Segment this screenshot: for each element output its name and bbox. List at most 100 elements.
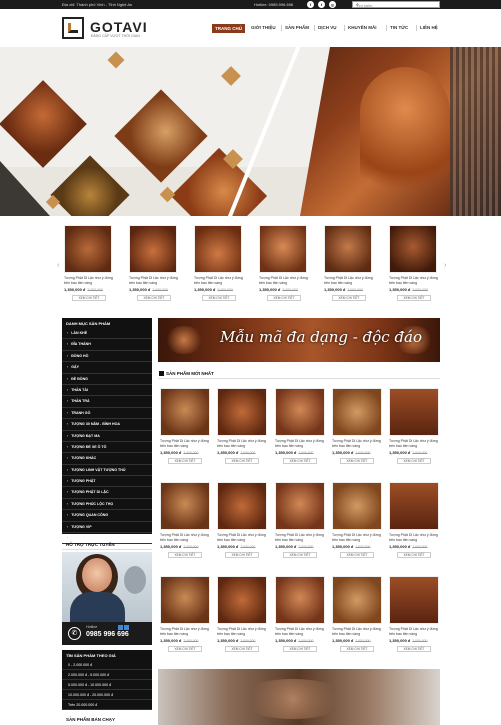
view-detail-button[interactable]: XEM CHI TIẾT	[397, 646, 431, 652]
product-card[interactable]: Tượng Phật Di Lặc như ý đứng trên bao ti…	[332, 576, 382, 661]
product-image[interactable]	[160, 482, 210, 530]
product-name[interactable]: Tượng Phật Di Lặc như ý đứng trên bao ti…	[259, 276, 311, 285]
promo-banner[interactable]: Mẫu mã đa dạng - độc đáo	[158, 318, 440, 362]
product-card[interactable]: Tượng Phật Di Lặc như ý đứng trên bao ti…	[389, 576, 439, 661]
category-item[interactable]: THẦN TRÀ	[62, 396, 152, 408]
category-item[interactable]: TƯỢNG 30 NĂM - BÌNH HOA	[62, 419, 152, 431]
product-image[interactable]	[217, 576, 267, 624]
hotline-box[interactable]: ✆ Hotline 0985 996 696	[62, 622, 152, 645]
product-image[interactable]	[194, 225, 242, 273]
product-image[interactable]	[217, 482, 267, 530]
product-card[interactable]: Tượng Phật Di Lặc như ý đứng trên bao ti…	[389, 388, 439, 473]
product-name[interactable]: Tượng Phật Di Lặc như ý đứng trên bao ti…	[332, 439, 382, 448]
category-item[interactable]: TƯỢNG VIP	[62, 522, 152, 534]
product-name[interactable]: Tượng Phật Di Lặc như ý đứng trên bao ti…	[389, 533, 439, 542]
view-detail-button[interactable]: XEM CHI TIẾT	[168, 646, 202, 652]
category-item[interactable]: ĐĨA THÁNH	[62, 339, 152, 351]
product-image[interactable]	[259, 225, 307, 273]
product-image[interactable]	[64, 225, 112, 273]
product-card[interactable]: Tượng Phật Di Lặc như ý đứng trên bao ti…	[275, 482, 325, 567]
nav-news[interactable]: TIN TỨC	[390, 25, 408, 34]
product-image[interactable]	[160, 388, 210, 436]
product-image[interactable]	[332, 482, 382, 530]
product-image[interactable]	[275, 482, 325, 530]
product-card[interactable]: Tượng Phật Di Lặc như ý đứng trên bao ti…	[275, 576, 325, 661]
skype-icon[interactable]	[118, 625, 123, 630]
price-range-item[interactable]: 10.000.000 đ - 20.000.000 đ	[62, 690, 152, 700]
view-detail-button[interactable]: XEM CHI TIẾT	[283, 646, 317, 652]
nav-services[interactable]: DỊCH VỤ	[318, 25, 337, 34]
nav-promotions[interactable]: KHUYẾN MÃI	[348, 25, 377, 34]
category-item[interactable]: GẬY	[62, 362, 152, 374]
view-detail-button[interactable]: XEM CHI TIẾT	[397, 458, 431, 464]
product-image[interactable]	[275, 576, 325, 624]
hotline-number[interactable]: 0985 996 696	[86, 631, 129, 638]
category-item[interactable]: TƯỢNG PHẬT	[62, 476, 152, 488]
view-detail-button[interactable]: XEM CHI TIẾT	[225, 458, 259, 464]
category-item[interactable]: TƯỢNG PHÚC LỘC THỌ	[62, 499, 152, 511]
category-item[interactable]: ĐỀ ĐỒNG	[62, 374, 152, 385]
product-name[interactable]: Tượng Phật Di Lặc như ý đứng trên bao ti…	[160, 439, 210, 448]
carousel-product-card[interactable]: Tượng Phật Di Lặc như ý đứng trên bao ti…	[194, 225, 246, 307]
carousel-product-card[interactable]: Tượng Phật Di Lặc như ý đứng trên bao ti…	[324, 225, 376, 307]
product-name[interactable]: Tượng Phật Di Lặc như ý đứng trên bao ti…	[275, 627, 325, 636]
view-detail-button[interactable]: XEM CHI TIẾT	[202, 295, 236, 301]
product-image[interactable]	[332, 576, 382, 624]
product-name[interactable]: Tượng Phật Di Lặc như ý đứng trên bao ti…	[129, 276, 181, 285]
nav-products[interactable]: SẢN PHẨM	[285, 25, 309, 34]
price-range-item[interactable]: 2.000.000 đ - 5.000.000 đ	[62, 670, 152, 680]
product-name[interactable]: Tượng Phật Di Lặc như ý đứng trên bao ti…	[389, 276, 441, 285]
view-detail-button[interactable]: XEM CHI TIẾT	[168, 458, 202, 464]
product-name[interactable]: Tượng Phật Di Lặc như ý đứng trên bao ti…	[217, 533, 267, 542]
nav-about[interactable]: GIỚI THIỆU	[251, 25, 276, 34]
twitter-icon[interactable]: t	[318, 1, 325, 8]
product-image[interactable]	[389, 576, 439, 624]
category-item[interactable]: TƯỢNG ĐỂ XE Ô TÔ	[62, 442, 152, 454]
category-item[interactable]: TƯỢNG QUAN CÔNG	[62, 510, 152, 522]
carousel-prev-icon[interactable]: ‹	[57, 262, 59, 269]
category-item[interactable]: TƯỢNG KHÁC	[62, 453, 152, 465]
product-image[interactable]	[129, 225, 177, 273]
view-detail-button[interactable]: XEM CHI TIẾT	[283, 458, 317, 464]
view-detail-button[interactable]: XEM CHI TIẾT	[340, 646, 374, 652]
product-name[interactable]: Tượng Phật Di Lặc như ý đứng trên bao ti…	[160, 627, 210, 636]
product-card[interactable]: Tượng Phật Di Lặc như ý đứng trên bao ti…	[332, 482, 382, 567]
bottom-banner[interactable]	[158, 669, 440, 725]
search-icon[interactable]: ⌕	[356, 2, 437, 8]
search-input[interactable]: Tìm kiếm ⌕	[352, 1, 440, 8]
product-card[interactable]: Tượng Phật Di Lặc như ý đứng trên bao ti…	[217, 482, 267, 567]
product-card[interactable]: Tượng Phật Di Lặc như ý đứng trên bao ti…	[217, 576, 267, 661]
carousel-product-card[interactable]: Tượng Phật Di Lặc như ý đứng trên bao ti…	[64, 225, 116, 307]
product-name[interactable]: Tượng Phật Di Lặc như ý đứng trên bao ti…	[324, 276, 376, 285]
product-name[interactable]: Tượng Phật Di Lặc như ý đứng trên bao ti…	[389, 627, 439, 636]
view-detail-button[interactable]: XEM CHI TIẾT	[340, 458, 374, 464]
view-detail-button[interactable]: XEM CHI TIẾT	[332, 295, 366, 301]
product-card[interactable]: Tượng Phật Di Lặc như ý đứng trên bao ti…	[160, 576, 210, 661]
product-card[interactable]: Tượng Phật Di Lặc như ý đứng trên bao ti…	[332, 388, 382, 473]
view-detail-button[interactable]: XEM CHI TIẾT	[397, 552, 431, 558]
carousel-product-card[interactable]: Tượng Phật Di Lặc như ý đứng trên bao ti…	[389, 225, 441, 307]
product-image[interactable]	[324, 225, 372, 273]
product-card[interactable]: Tượng Phật Di Lặc như ý đứng trên bao ti…	[389, 482, 439, 567]
product-name[interactable]: Tượng Phật Di Lặc như ý đứng trên bao ti…	[389, 439, 439, 448]
view-detail-button[interactable]: XEM CHI TIẾT	[225, 646, 259, 652]
category-item[interactable]: TƯỢNG PHẬT DI LẶC	[62, 487, 152, 499]
google-plus-icon[interactable]: g	[329, 1, 336, 8]
product-card[interactable]: Tượng Phật Di Lặc như ý đứng trên bao ti…	[160, 388, 210, 473]
zalo-icon[interactable]	[124, 625, 129, 630]
product-image[interactable]	[217, 388, 267, 436]
carousel-product-card[interactable]: Tượng Phật Di Lặc như ý đứng trên bao ti…	[129, 225, 181, 307]
view-detail-button[interactable]: XEM CHI TIẾT	[225, 552, 259, 558]
view-detail-button[interactable]: XEM CHI TIẾT	[340, 552, 374, 558]
product-image[interactable]	[160, 576, 210, 624]
product-name[interactable]: Tượng Phật Di Lặc như ý đứng trên bao ti…	[217, 627, 267, 636]
product-name[interactable]: Tượng Phật Di Lặc như ý đứng trên bao ti…	[332, 533, 382, 542]
view-detail-button[interactable]: XEM CHI TIẾT	[137, 295, 171, 301]
product-name[interactable]: Tượng Phật Di Lặc như ý đứng trên bao ti…	[217, 439, 267, 448]
price-range-item[interactable]: Trên 20.000.000 đ	[62, 700, 152, 710]
product-card[interactable]: Tượng Phật Di Lặc như ý đứng trên bao ti…	[217, 388, 267, 473]
view-detail-button[interactable]: XEM CHI TIẾT	[397, 295, 431, 301]
logo-text[interactable]: GOTAVI	[90, 19, 148, 35]
nav-home[interactable]: TRANG CHỦ	[212, 24, 245, 33]
view-detail-button[interactable]: XEM CHI TIẾT	[283, 552, 317, 558]
